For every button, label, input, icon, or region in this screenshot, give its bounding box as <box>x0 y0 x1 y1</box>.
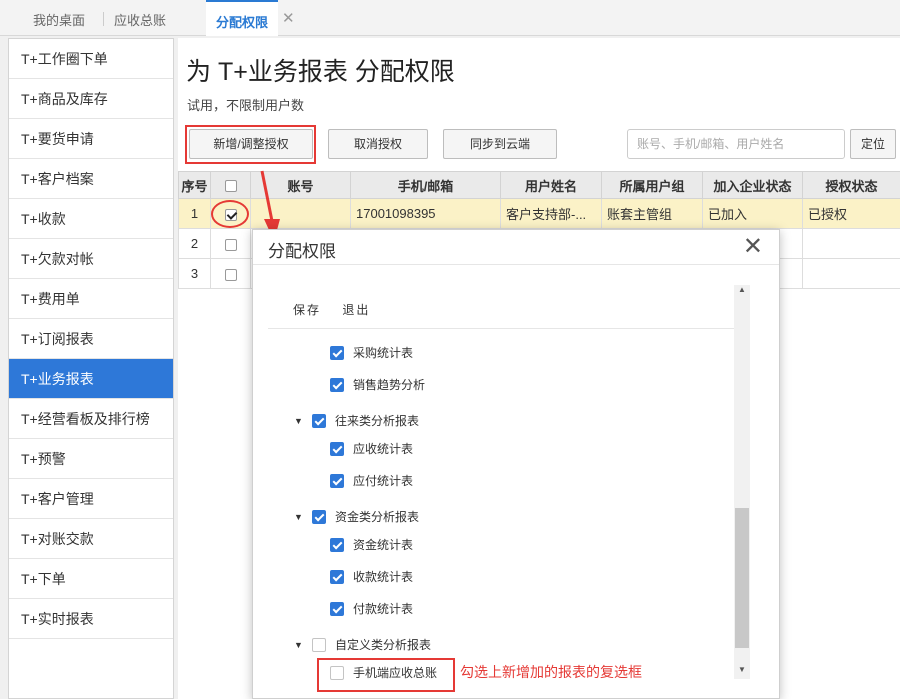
tab-receivable-ledger[interactable]: 应收总账 <box>114 10 166 29</box>
cell-name: 客户支持部-... <box>500 198 602 229</box>
tree-checkbox[interactable] <box>330 601 344 616</box>
row-checkbox[interactable] <box>224 238 237 251</box>
highlight-box <box>317 658 455 692</box>
tab-close-icon[interactable]: ✕ <box>282 9 295 27</box>
highlight-circle <box>211 200 249 228</box>
sidebar-item[interactable]: T+经营看板及排行榜 <box>9 399 173 439</box>
col-header: 手机/邮箱 <box>350 171 501 199</box>
tree-item-label: 销售趋势分析 <box>353 378 426 392</box>
sidebar-item[interactable]: T+工作圈下单 <box>9 39 173 79</box>
tree-item[interactable]: 资金统计表 <box>330 536 413 553</box>
caret-down-icon[interactable]: ▼ <box>294 512 303 522</box>
tree-item-label: 资金类分析报表 <box>335 510 420 524</box>
sidebar-item[interactable]: T+下单 <box>9 559 173 599</box>
sidebar-item[interactable]: T+商品及库存 <box>9 79 173 119</box>
tab-separator <box>103 12 104 26</box>
tree-item-label: 采购统计表 <box>353 346 414 360</box>
tree-checkbox[interactable] <box>312 637 326 652</box>
tree-checkbox[interactable] <box>312 413 326 428</box>
cell-no: 1 <box>178 198 211 229</box>
cell-auth-status <box>802 228 900 259</box>
tree-item-label: 收款统计表 <box>353 570 414 584</box>
select-all-checkbox[interactable] <box>224 180 237 193</box>
sidebar-item[interactable]: T+客户档案 <box>9 159 173 199</box>
row-checkbox[interactable] <box>224 268 237 281</box>
tree-item-label: 应收统计表 <box>353 442 414 456</box>
tree-item[interactable]: 应付统计表 <box>330 472 413 489</box>
sidebar-item[interactable]: T+费用单 <box>9 279 173 319</box>
sync-cloud-button[interactable]: 同步到云端 <box>443 129 557 159</box>
sidebar-item[interactable]: T+订阅报表 <box>9 319 173 359</box>
col-header: 用户姓名 <box>500 171 602 199</box>
caret-down-icon[interactable]: ▼ <box>294 640 303 650</box>
annotation-note: 勾选上新增加的报表的复选框 <box>460 664 642 680</box>
cell-no: 2 <box>178 228 211 259</box>
tab-desktop[interactable]: 我的桌面 <box>33 10 85 29</box>
scrollbar-thumb[interactable] <box>735 508 749 648</box>
tree-checkbox[interactable] <box>330 473 344 488</box>
tree-group[interactable]: 往来类分析报表 <box>312 412 419 429</box>
sidebar-item[interactable]: T+对账交款 <box>9 519 173 559</box>
divider <box>268 328 750 329</box>
tree-item[interactable]: 付款统计表 <box>330 600 413 617</box>
tree-group[interactable]: 自定义类分析报表 <box>312 636 431 653</box>
sidebar-item[interactable]: T+预警 <box>9 439 173 479</box>
tree-item[interactable]: 收款统计表 <box>330 568 413 585</box>
highlight-box <box>185 125 316 164</box>
cell-auth-status <box>802 258 900 289</box>
tree-checkbox[interactable] <box>330 441 344 456</box>
col-header: 序号 <box>178 171 211 199</box>
sidebar-item[interactable]: T+欠款对帐 <box>9 239 173 279</box>
tree-item[interactable]: 应收统计表 <box>330 440 413 457</box>
dialog-toolbar: 保存 退出 <box>293 301 388 318</box>
col-header: 所属用户组 <box>601 171 703 199</box>
exit-button[interactable]: 退出 <box>342 303 370 317</box>
tree-item-label: 付款统计表 <box>353 602 414 616</box>
sidebar-item[interactable]: T+要货申请 <box>9 119 173 159</box>
tree-item[interactable]: 销售趋势分析 <box>330 376 425 393</box>
cell-group: 账套主管组 <box>601 198 703 229</box>
tree-group[interactable]: 资金类分析报表 <box>312 508 419 525</box>
assign-permission-dialog: 分配权限 ✕ 保存 退出 采购统计表 销售趋势分析 ▼ 往来类分析报表 应收统计… <box>252 229 780 699</box>
col-header: 加入企业状态 <box>702 171 803 199</box>
sidebar: T+工作圈下单 T+商品及库存 T+要货申请 T+客户档案 T+收款 T+欠款对… <box>8 38 174 699</box>
cancel-auth-button[interactable]: 取消授权 <box>328 129 428 159</box>
caret-down-icon[interactable]: ▼ <box>294 416 303 426</box>
divider <box>253 264 779 265</box>
tree-checkbox[interactable] <box>330 345 344 360</box>
scroll-down-icon[interactable]: ▼ <box>734 665 750 679</box>
cell-select[interactable] <box>210 228 251 259</box>
save-button[interactable]: 保存 <box>293 303 321 317</box>
tree-item-label: 应付统计表 <box>353 474 414 488</box>
tree-item-label: 往来类分析报表 <box>335 414 420 428</box>
tree-checkbox[interactable] <box>330 377 344 392</box>
tree-checkbox[interactable] <box>312 509 326 524</box>
sidebar-item[interactable]: T+实时报表 <box>9 599 173 639</box>
cell-no: 3 <box>178 258 211 289</box>
dialog-title: 分配权限 <box>268 242 336 261</box>
cell-auth-status: 已授权 <box>802 198 900 229</box>
scroll-up-icon[interactable]: ▲ <box>734 285 750 299</box>
col-header-select-all[interactable] <box>210 171 251 199</box>
tree-checkbox[interactable] <box>330 569 344 584</box>
tab-bar: 我的桌面 应收总账 分配权限 ✕ <box>0 0 900 36</box>
cell-join-status: 已加入 <box>702 198 803 229</box>
cell-select[interactable] <box>210 258 251 289</box>
search-input[interactable] <box>627 129 845 159</box>
sidebar-item-business-report[interactable]: T+业务报表 <box>9 359 173 399</box>
tree-item[interactable]: 采购统计表 <box>330 344 413 361</box>
page-title: 为 T+业务报表 分配权限 <box>186 58 455 86</box>
sidebar-item[interactable]: T+客户管理 <box>9 479 173 519</box>
tree-checkbox[interactable] <box>330 537 344 552</box>
page-subtitle: 试用，不限制用户数 <box>187 98 305 113</box>
locate-button[interactable]: 定位 <box>850 129 896 159</box>
tab-assign-permission[interactable]: 分配权限 <box>206 0 279 36</box>
sidebar-item[interactable]: T+收款 <box>9 199 173 239</box>
tree-item-label: 自定义类分析报表 <box>335 638 432 652</box>
col-header: 授权状态 <box>802 171 900 199</box>
tree-item-label: 资金统计表 <box>353 538 414 552</box>
cell-phone: 17001098395 <box>350 198 501 229</box>
close-icon[interactable]: ✕ <box>743 232 763 261</box>
